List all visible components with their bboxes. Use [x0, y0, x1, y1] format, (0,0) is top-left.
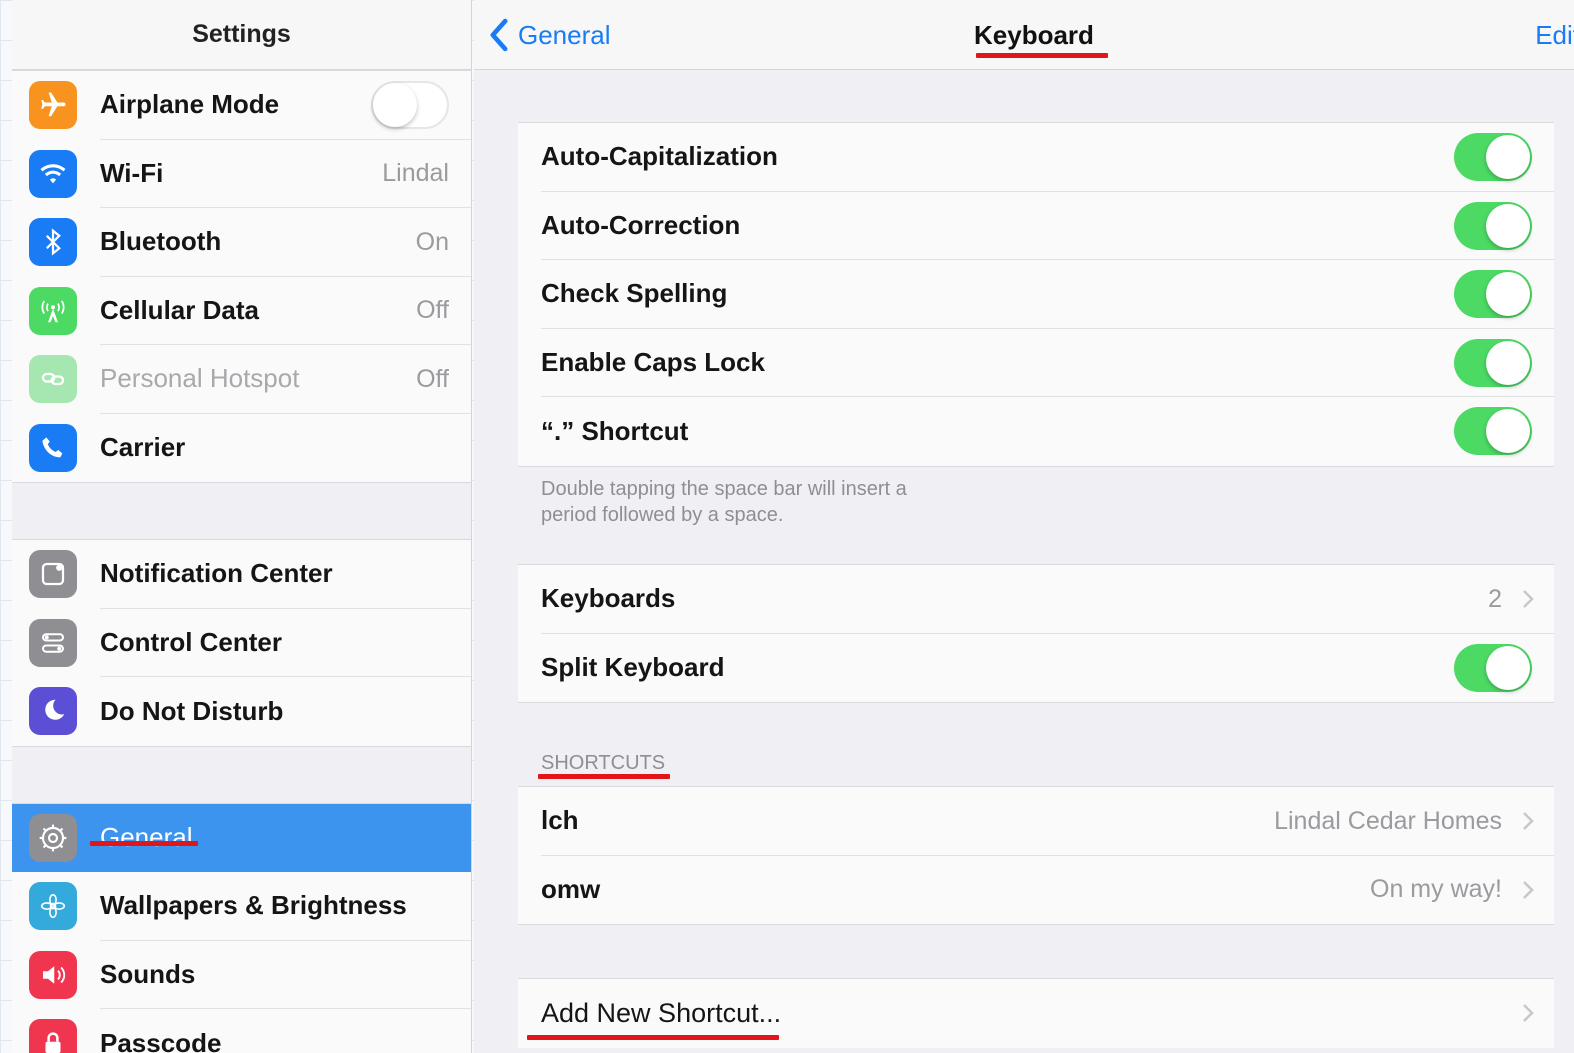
keyboards-group: Keyboards 2 Split Keyboard: [518, 564, 1554, 703]
sidebar-group-device: General Wallpapers & Brightness Sounds P…: [12, 802, 471, 1053]
sidebar-item-wifi[interactable]: Wi-Fi Lindal: [12, 139, 471, 208]
chevron-left-icon: [490, 18, 508, 52]
sidebar-item-label: Passcode: [100, 1027, 222, 1053]
row-label: Check Spelling: [541, 260, 1554, 329]
cellular-icon: [29, 286, 77, 335]
sidebar-item-label: Do Not Disturb: [100, 695, 284, 726]
split-keyboard-toggle[interactable]: [1454, 643, 1532, 692]
wifi-icon: [29, 149, 77, 198]
settings-sidebar: Settings Airplane Mode Wi-Fi Lindal Blue…: [12, 0, 472, 1053]
bluetooth-status-value: On: [415, 227, 449, 256]
chevron-right-icon: [1522, 856, 1534, 925]
split-keyboard-row: Split Keyboard: [518, 634, 1554, 703]
sidebar-item-label: Sounds: [100, 941, 471, 1009]
sidebar-group-system: Notification Center Control Center Do No…: [12, 539, 471, 747]
sidebar-item-label: Carrier: [100, 432, 186, 463]
page-title: Keyboard: [974, 19, 1094, 50]
sidebar-item-airplane-mode[interactable]: Airplane Mode: [12, 71, 471, 140]
back-button-label: General: [518, 19, 611, 50]
phone-icon: [29, 423, 77, 472]
enable-caps-lock-toggle[interactable]: [1454, 338, 1532, 387]
chevron-right-icon: [1522, 787, 1534, 856]
hotspot-icon: [29, 355, 77, 404]
flower-icon: [29, 882, 77, 931]
keyboard-options-group: Auto-Capitalization Auto-Correction Chec…: [518, 122, 1554, 467]
check-spelling-row: Check Spelling: [518, 260, 1554, 329]
navigation-bar: General Keyboard Edit: [474, 0, 1574, 70]
sidebar-item-personal-hotspot[interactable]: Personal Hotspot Off: [12, 345, 471, 414]
row-label: “.” Shortcut: [541, 415, 689, 446]
sidebar-item-do-not-disturb[interactable]: Do Not Disturb: [12, 677, 471, 746]
sidebar-item-sounds[interactable]: Sounds: [12, 940, 471, 1009]
row-label: Enable Caps Lock: [541, 329, 1554, 397]
notification-icon: [29, 550, 77, 599]
sidebar-item-label: Wallpapers & Brightness: [100, 872, 471, 941]
auto-capitalization-row: Auto-Capitalization: [518, 123, 1554, 192]
sidebar-item-cellular-data[interactable]: Cellular Data Off: [12, 276, 471, 345]
annotation-underline-general: [90, 841, 198, 846]
lock-icon: [29, 1019, 77, 1053]
sidebar-item-bluetooth[interactable]: Bluetooth On: [12, 208, 471, 277]
annotation-underline-add-shortcut: [527, 1035, 779, 1040]
keyboards-row[interactable]: Keyboards 2: [518, 565, 1554, 634]
sidebar-item-label: General: [100, 822, 193, 853]
control-center-icon: [29, 618, 77, 667]
row-label: Split Keyboard: [541, 652, 725, 683]
sidebar-item-control-center[interactable]: Control Center: [12, 608, 471, 677]
shortcut-row[interactable]: lch Lindal Cedar Homes: [518, 787, 1554, 856]
keyboards-count: 2: [1488, 584, 1502, 613]
auto-correction-toggle[interactable]: [1454, 201, 1532, 250]
row-label: Auto-Capitalization: [541, 123, 1554, 192]
period-shortcut-toggle[interactable]: [1454, 407, 1532, 455]
chevron-right-icon: [1522, 565, 1534, 634]
bluetooth-icon: [29, 218, 77, 267]
sidebar-item-general[interactable]: General: [12, 803, 471, 872]
auto-capitalization-toggle[interactable]: [1454, 133, 1532, 181]
hotspot-status-value: Off: [416, 364, 449, 393]
shortcuts-section-title: SHORTCUTS: [541, 752, 666, 774]
speaker-icon: [29, 950, 77, 999]
sidebar-group-connectivity: Airplane Mode Wi-Fi Lindal Bluetooth On …: [12, 70, 471, 483]
shortcut-expansion-value: Lindal Cedar Homes: [1274, 806, 1502, 835]
row-label: Keyboards: [541, 565, 1554, 634]
annotation-underline-shortcuts: [538, 774, 670, 779]
sidebar-title: Settings: [12, 0, 471, 70]
keyboard-settings-pane: General Keyboard Edit Auto-Capitalizatio…: [474, 0, 1574, 1053]
shortcut-expansion-value: On my way!: [1370, 875, 1502, 904]
period-shortcut-row: “.” Shortcut: [518, 397, 1554, 466]
enable-caps-lock-row: Enable Caps Lock: [518, 329, 1554, 397]
row-label: Auto-Correction: [541, 192, 1554, 260]
auto-correction-row: Auto-Correction: [518, 192, 1554, 260]
wifi-network-value: Lindal: [382, 159, 449, 188]
gear-icon: [29, 813, 77, 862]
airplane-mode-toggle[interactable]: [371, 81, 449, 130]
sidebar-item-carrier[interactable]: Carrier: [12, 413, 471, 482]
sidebar-item-label: Control Center: [100, 609, 471, 677]
sidebar-item-label: Notification Center: [100, 540, 471, 609]
back-button[interactable]: General: [488, 0, 611, 70]
airplane-icon: [29, 81, 77, 130]
moon-icon: [29, 687, 77, 736]
annotation-underline-keyboard-title: [976, 53, 1108, 58]
shortcut-row[interactable]: omw On my way!: [518, 856, 1554, 925]
cellular-status-value: Off: [416, 296, 449, 325]
check-spelling-toggle[interactable]: [1454, 270, 1532, 318]
sidebar-item-wallpapers-brightness[interactable]: Wallpapers & Brightness: [12, 872, 471, 941]
chevron-right-icon: [1522, 979, 1534, 1048]
sidebar-item-notification-center[interactable]: Notification Center: [12, 540, 471, 609]
sidebar-item-passcode[interactable]: Passcode: [12, 1009, 471, 1053]
edit-button[interactable]: Edit: [1535, 0, 1574, 70]
period-shortcut-footnote: Double tapping the space bar will insert…: [541, 478, 907, 526]
shortcuts-group: lch Lindal Cedar Homes omw On my way!: [518, 786, 1554, 925]
